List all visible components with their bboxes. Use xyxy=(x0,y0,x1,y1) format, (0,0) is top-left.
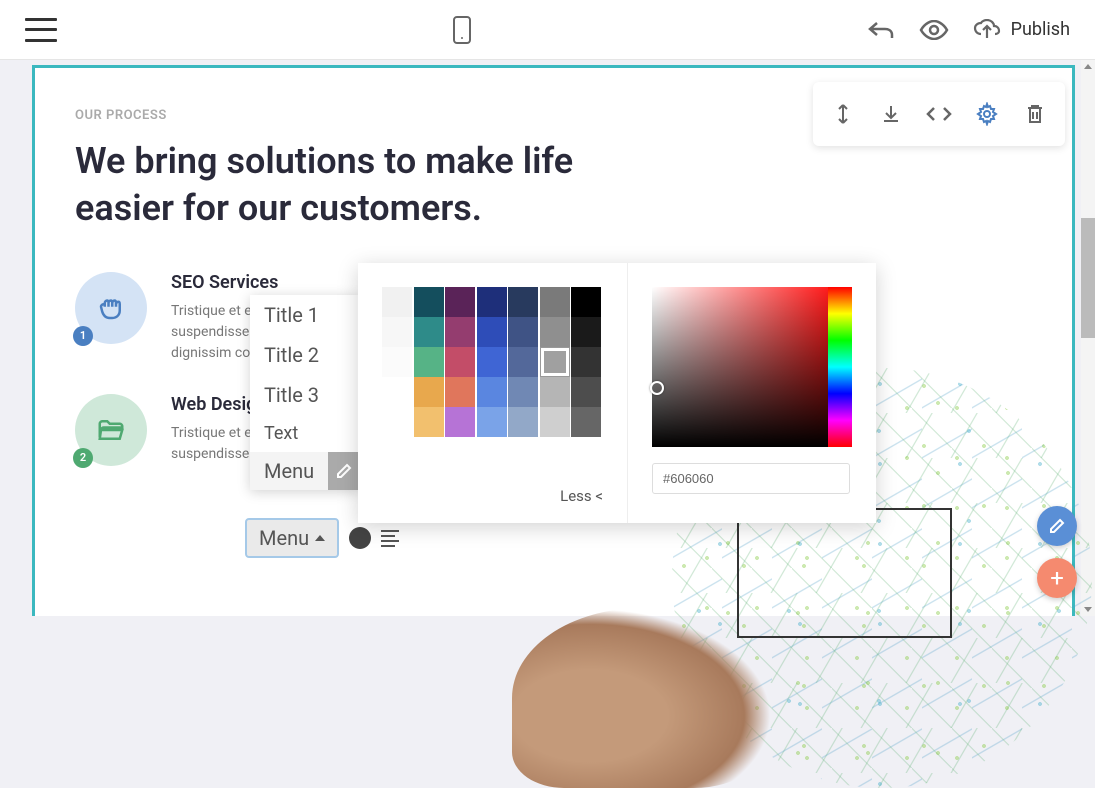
device-frame-graphic xyxy=(737,508,952,638)
color-swatch[interactable] xyxy=(540,317,570,347)
color-swatch[interactable] xyxy=(508,347,538,377)
color-swatch[interactable] xyxy=(508,287,538,317)
publish-button[interactable]: Publish xyxy=(973,19,1070,41)
grab-icon: 1 xyxy=(75,272,147,344)
color-swatch[interactable] xyxy=(382,407,412,437)
saturation-box[interactable] xyxy=(652,287,850,447)
code-button[interactable] xyxy=(917,92,961,136)
section-toolbar xyxy=(813,82,1065,146)
color-swatch[interactable] xyxy=(571,377,601,407)
color-swatch[interactable] xyxy=(571,407,601,437)
color-swatch[interactable] xyxy=(477,317,507,347)
color-swatch[interactable] xyxy=(508,407,538,437)
plus-icon: + xyxy=(1050,564,1064,592)
add-fab[interactable]: + xyxy=(1037,558,1077,598)
color-swatch[interactable] xyxy=(508,317,538,347)
text-color-button[interactable] xyxy=(349,527,371,549)
color-swatch[interactable] xyxy=(540,347,570,377)
delete-button[interactable] xyxy=(1013,92,1057,136)
color-swatch[interactable] xyxy=(477,347,507,377)
settings-button[interactable] xyxy=(965,92,1009,136)
color-swatch[interactable] xyxy=(414,377,444,407)
typo-option-title2[interactable]: Title 2 xyxy=(250,335,360,375)
typography-dropdown: Title 1 Title 2 Title 3 Text Menu xyxy=(250,295,360,490)
color-swatch[interactable] xyxy=(540,407,570,437)
color-picker-popup: Less < xyxy=(358,263,876,523)
swatch-grid xyxy=(382,287,603,437)
color-swatch[interactable] xyxy=(571,317,601,347)
color-swatch[interactable] xyxy=(382,287,412,317)
mobile-preview-icon[interactable] xyxy=(453,16,471,44)
undo-icon[interactable] xyxy=(867,18,895,42)
color-swatch[interactable] xyxy=(414,407,444,437)
text-toolbar: Menu xyxy=(245,518,399,558)
style-dropdown-label: Menu xyxy=(259,526,309,550)
color-swatch[interactable] xyxy=(382,317,412,347)
color-swatch[interactable] xyxy=(571,347,601,377)
custom-color-panel xyxy=(628,263,876,523)
typo-option-title3[interactable]: Title 3 xyxy=(250,375,360,415)
hue-slider[interactable] xyxy=(828,287,852,447)
color-swatch[interactable] xyxy=(540,287,570,317)
folder-open-icon: 2 xyxy=(75,394,147,466)
hex-input[interactable] xyxy=(652,463,850,494)
color-swatch[interactable] xyxy=(445,287,475,317)
color-swatch[interactable] xyxy=(445,317,475,347)
typo-menu-button[interactable]: Menu xyxy=(250,452,328,490)
color-swatch[interactable] xyxy=(414,317,444,347)
hand-graphic xyxy=(512,608,772,788)
typo-option-text[interactable]: Text xyxy=(250,415,360,452)
color-swatch[interactable] xyxy=(414,347,444,377)
edit-fab[interactable] xyxy=(1037,506,1077,546)
app-header: Publish xyxy=(0,0,1095,60)
color-swatch[interactable] xyxy=(540,377,570,407)
color-swatch[interactable] xyxy=(477,377,507,407)
move-section-button[interactable] xyxy=(821,92,865,136)
color-swatch[interactable] xyxy=(477,287,507,317)
scroll-up-arrow[interactable] xyxy=(1084,64,1092,69)
typo-option-title1[interactable]: Title 1 xyxy=(250,295,360,335)
header-center xyxy=(57,16,867,44)
step-badge: 2 xyxy=(73,448,93,468)
color-swatch[interactable] xyxy=(445,347,475,377)
edit-style-button[interactable] xyxy=(328,452,360,490)
section-headline[interactable]: We bring solutions to make life easier f… xyxy=(75,138,575,232)
hamburger-icon[interactable] xyxy=(25,18,57,42)
step-badge: 1 xyxy=(73,326,93,346)
color-swatch[interactable] xyxy=(477,407,507,437)
preview-icon[interactable] xyxy=(919,20,949,40)
color-swatch[interactable] xyxy=(508,377,538,407)
color-swatch[interactable] xyxy=(382,377,412,407)
color-swatch[interactable] xyxy=(414,287,444,317)
caret-up-icon xyxy=(315,535,325,541)
header-actions: Publish xyxy=(867,18,1070,42)
typo-menu-label: Menu xyxy=(264,459,314,483)
style-dropdown[interactable]: Menu xyxy=(245,518,339,558)
scroll-thumb[interactable] xyxy=(1081,218,1095,338)
color-swatch[interactable] xyxy=(571,287,601,317)
swatch-panel: Less < xyxy=(358,263,628,523)
save-section-button[interactable] xyxy=(869,92,913,136)
publish-label: Publish xyxy=(1011,19,1070,40)
color-swatch[interactable] xyxy=(382,347,412,377)
color-swatch[interactable] xyxy=(445,407,475,437)
color-swatch[interactable] xyxy=(445,377,475,407)
align-button[interactable] xyxy=(381,530,399,547)
less-toggle[interactable]: Less < xyxy=(560,487,603,505)
